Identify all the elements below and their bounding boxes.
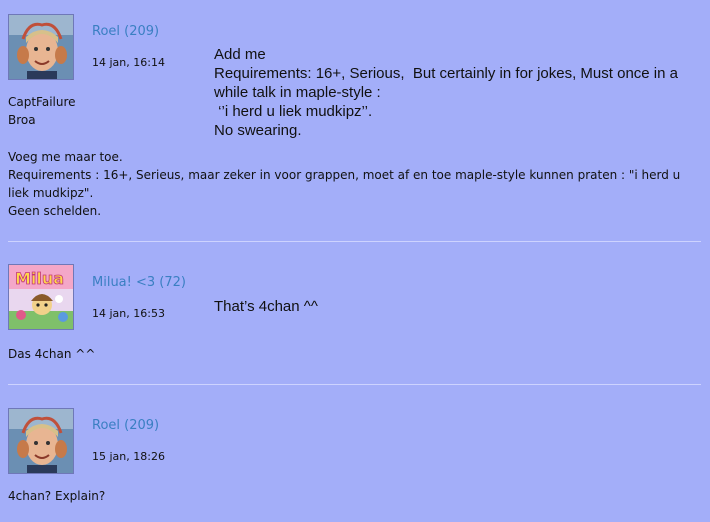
body-line: 4chan? Explain?	[8, 489, 106, 503]
translation-line: ‘’i herd u liek mudkipz’’.	[214, 103, 373, 120]
avatar-roel-icon[interactable]	[8, 408, 74, 474]
post-timestamp: 14 jan, 16:53	[92, 307, 165, 320]
body-line: Geen schelden.	[8, 204, 102, 218]
post-divider	[8, 384, 701, 385]
post-timestamp: 15 jan, 18:26	[92, 450, 165, 463]
username-link[interactable]: Roel (209)	[92, 418, 159, 433]
body-line: Requirements : 16+, Serieus, maar zeker …	[8, 168, 685, 200]
body-line: Voeg me maar toe.	[8, 150, 123, 164]
post-body: Voeg me maar toe. Requirements : 16+, Se…	[8, 148, 703, 220]
body-line: Das 4chan ^^	[8, 347, 96, 361]
translation-line: while talk in maple-style :	[214, 84, 381, 101]
avatar-milua-icon[interactable]: Milua	[8, 264, 74, 330]
post-body: 4chan? Explain?	[8, 487, 703, 505]
post-body: Das 4chan ^^	[8, 345, 703, 363]
signature-line: Broa	[8, 113, 36, 127]
username-link[interactable]: Roel (209)	[92, 24, 159, 39]
translation-line: That’s 4chan ^^	[214, 298, 318, 315]
signature-line: CaptFailure	[8, 95, 76, 109]
translation-line: Add me	[214, 46, 266, 63]
translation-text: Add me Requirements: 16+, Serious, But c…	[214, 45, 710, 140]
translation-text: That’s 4chan ^^	[214, 297, 710, 316]
post-divider	[8, 241, 701, 242]
translation-line: Requirements: 16+, Serious, But certainl…	[214, 65, 678, 82]
avatar-roel-icon[interactable]	[8, 14, 74, 80]
username-link[interactable]: Milua! <3 (72)	[92, 275, 186, 290]
translation-line: No swearing.	[214, 122, 302, 139]
user-signature: CaptFailure Broa	[8, 93, 76, 129]
svg-text:Milua: Milua	[15, 269, 64, 288]
post-timestamp: 14 jan, 16:14	[92, 56, 165, 69]
